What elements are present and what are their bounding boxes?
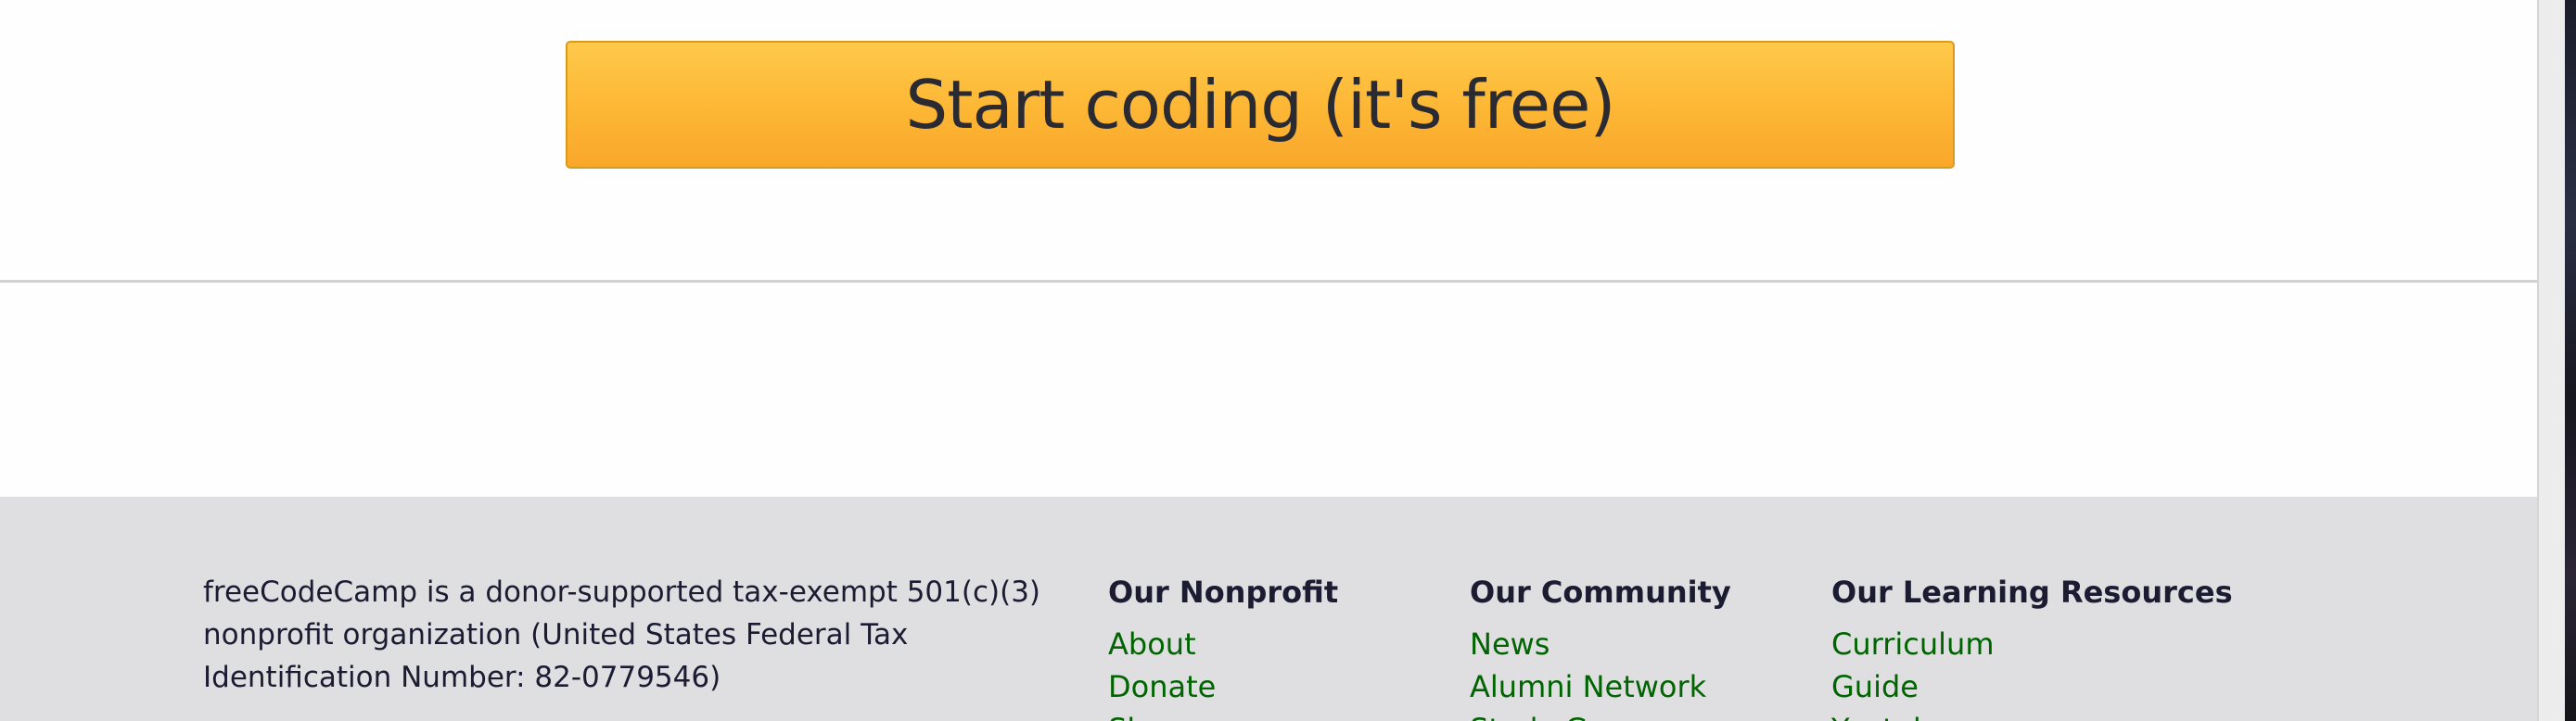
footer-link-about[interactable]: About bbox=[1108, 623, 1338, 665]
footer-link-study-groups[interactable]: Study Groups bbox=[1470, 708, 1731, 721]
site-footer: freeCodeCamp is a donor-supported tax-ex… bbox=[0, 497, 2537, 721]
start-coding-button[interactable]: Start coding (it's free) bbox=[566, 41, 1955, 169]
footer-link-shop[interactable]: Shop bbox=[1108, 708, 1338, 721]
footer-heading-nonprofit: Our Nonprofit bbox=[1108, 575, 1339, 610]
footer-link-youtube[interactable]: Youtube bbox=[1831, 708, 2233, 721]
footer-heading-community: Our Community bbox=[1470, 575, 1731, 610]
footer-link-donate[interactable]: Donate bbox=[1108, 665, 1338, 708]
footer-heading-learning-resources: Our Learning Resources bbox=[1831, 575, 2233, 610]
page: Start coding (it's free) freeCodeCamp is… bbox=[0, 0, 2537, 721]
start-coding-label: Start coding (it's free) bbox=[905, 66, 1616, 144]
window-scrollbar[interactable] bbox=[2537, 0, 2576, 721]
section-divider bbox=[0, 280, 2537, 283]
footer-column-nonprofit: Our Nonprofit About Donate Shop bbox=[1108, 571, 1338, 721]
footer-link-alumni-network[interactable]: Alumni Network bbox=[1470, 665, 1731, 708]
footer-column-learning-resources: Our Learning Resources Curriculum Guide … bbox=[1831, 571, 2233, 721]
footer-link-news[interactable]: News bbox=[1470, 623, 1731, 665]
footer-link-curriculum[interactable]: Curriculum bbox=[1831, 623, 2233, 665]
footer-column-community: Our Community News Alumni Network Study … bbox=[1470, 571, 1731, 721]
footer-description: freeCodeCamp is a donor-supported tax-ex… bbox=[203, 576, 1041, 694]
footer-link-guide[interactable]: Guide bbox=[1831, 665, 2233, 708]
desktop-background-strip bbox=[2565, 0, 2576, 721]
